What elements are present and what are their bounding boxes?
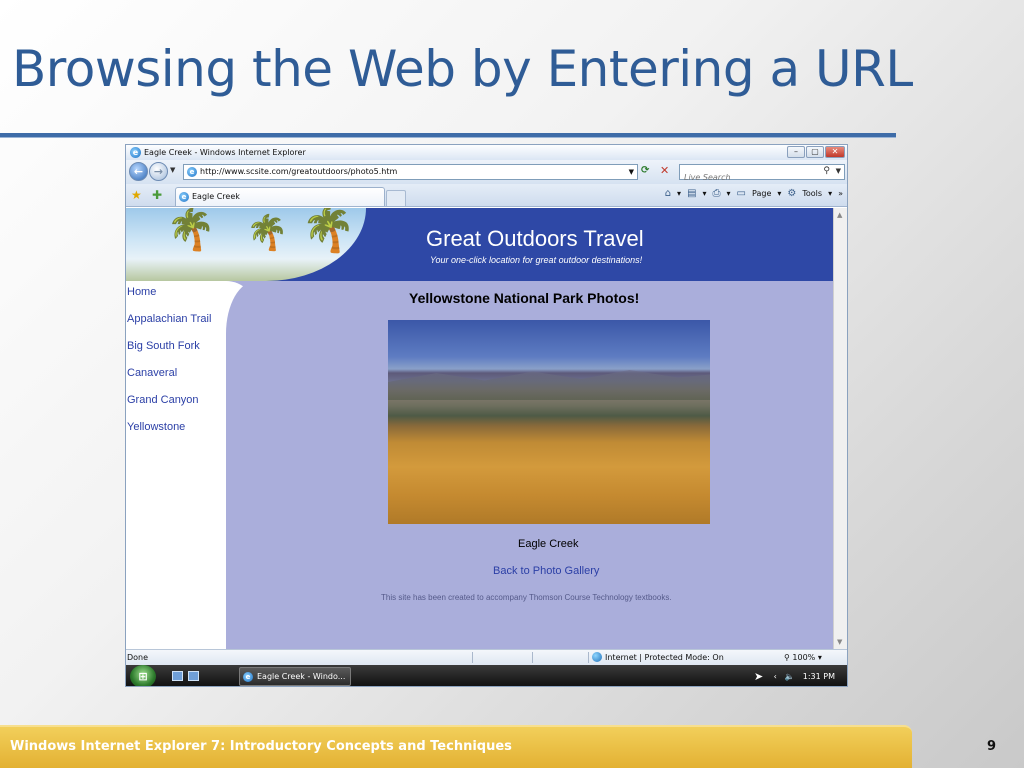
nav-link-grand-canyon[interactable]: Grand Canyon bbox=[127, 394, 211, 421]
nav-link-home[interactable]: Home bbox=[127, 286, 211, 313]
title-rule bbox=[0, 133, 896, 138]
page-icon: e bbox=[187, 167, 197, 177]
command-bar: ⌂ ▾ ▤ ▾ ⎙ ▾ ▭ Page ▾ ⚙ Tools ▾ » bbox=[665, 188, 843, 199]
sidebar-curve bbox=[226, 281, 256, 649]
status-divider bbox=[472, 652, 473, 663]
taskbar-button-label: Eagle Creek - Windo... bbox=[257, 672, 346, 681]
page-menu-icon: ▭ bbox=[736, 188, 746, 199]
status-divider bbox=[588, 652, 589, 663]
tray-expand-icon[interactable]: ‹ bbox=[774, 665, 777, 686]
photo-caption: Eagle Creek bbox=[518, 538, 579, 550]
recent-pages-dropdown-icon[interactable]: ▼ bbox=[170, 166, 175, 174]
palm-tree-icon: 🌴 bbox=[301, 208, 356, 255]
start-button[interactable]: ⊞ bbox=[130, 665, 156, 686]
tools-menu[interactable]: Tools bbox=[802, 189, 822, 198]
site-title: Great Outdoors Travel bbox=[426, 226, 644, 251]
navigation-bar: ← → ▼ e http://www.scsite.com/greatoutdo… bbox=[126, 160, 847, 185]
tab-bar: ★ ✚ e Eagle Creek ⌂ ▾ ▤ ▾ ⎙ ▾ ▭ Page ▾ ⚙… bbox=[126, 184, 847, 207]
maximize-button[interactable]: ▢ bbox=[806, 146, 824, 158]
search-input[interactable] bbox=[680, 170, 810, 185]
window-title: Eagle Creek - Windows Internet Explorer bbox=[144, 148, 306, 157]
back-to-gallery-link[interactable]: Back to Photo Gallery bbox=[493, 565, 599, 577]
vertical-scrollbar[interactable]: ▲ ▼ bbox=[833, 208, 847, 649]
ie-logo-icon: e bbox=[130, 147, 141, 158]
site-note: This site has been created to accompany … bbox=[381, 593, 672, 602]
search-icon[interactable]: ⚲ bbox=[823, 166, 830, 176]
palm-tree-icon: 🌴 bbox=[166, 208, 216, 253]
tab-eagle-creek[interactable]: e Eagle Creek bbox=[175, 187, 385, 206]
mouse-pointer-icon: ➤ bbox=[754, 670, 764, 683]
nav-link-canaveral[interactable]: Canaveral bbox=[127, 367, 211, 394]
nav-link-appalachian-trail[interactable]: Appalachian Trail bbox=[127, 313, 211, 340]
volume-icon[interactable]: 🔈 bbox=[785, 665, 795, 686]
site-tagline: Your one-click location for great outdoo… bbox=[430, 255, 643, 265]
address-text: http://www.scsite.com/greatoutdoors/phot… bbox=[200, 167, 398, 176]
scroll-down-icon[interactable]: ▼ bbox=[837, 638, 842, 646]
yellowstone-photo bbox=[388, 320, 710, 524]
palm-tree-banner-image: 🌴 🌴 🌴 bbox=[126, 208, 366, 281]
print-dropdown-icon[interactable]: ▾ bbox=[727, 189, 731, 198]
favorites-center-icon[interactable]: ★ bbox=[131, 188, 142, 202]
show-desktop-icon[interactable] bbox=[172, 671, 183, 681]
print-icon[interactable]: ⎙ bbox=[713, 188, 721, 199]
mountain-ridge bbox=[388, 370, 710, 400]
page-heading: Yellowstone National Park Photos! bbox=[409, 290, 640, 306]
palm-tree-icon: 🌴 bbox=[246, 213, 289, 253]
site-banner: 🌴 🌴 🌴 Great Outdoors Travel Your one-cli… bbox=[126, 208, 833, 281]
zoom-icon: ⚲ bbox=[784, 653, 790, 662]
clock[interactable]: 1:31 PM bbox=[803, 665, 835, 686]
security-zone-text: Internet | Protected Mode: On bbox=[605, 653, 724, 662]
home-dropdown-icon[interactable]: ▾ bbox=[677, 189, 681, 198]
tab-label: Eagle Creek bbox=[192, 192, 240, 201]
feeds-icon[interactable]: ▤ bbox=[687, 188, 696, 199]
address-bar[interactable]: e http://www.scsite.com/greatoutdoors/ph… bbox=[183, 164, 638, 180]
nav-link-big-south-fork[interactable]: Big South Fork bbox=[127, 340, 211, 367]
slide-title: Browsing the Web by Entering a URL bbox=[12, 40, 913, 98]
tools-dropdown-icon[interactable]: ▾ bbox=[828, 189, 832, 198]
tab-page-icon: e bbox=[179, 192, 189, 202]
web-page-content: 🌴 🌴 🌴 Great Outdoors Travel Your one-cli… bbox=[126, 208, 833, 649]
home-icon[interactable]: ⌂ bbox=[665, 188, 671, 199]
add-favorites-icon[interactable]: ✚ bbox=[152, 188, 162, 202]
back-button[interactable]: ← bbox=[129, 162, 148, 181]
page-dropdown-icon[interactable]: ▾ bbox=[777, 189, 781, 198]
taskbar-ie-icon: e bbox=[243, 672, 253, 682]
address-dropdown-icon[interactable]: ▼ bbox=[629, 165, 634, 179]
new-tab-button[interactable] bbox=[386, 190, 406, 206]
globe-icon bbox=[592, 652, 602, 662]
security-zone[interactable]: Internet | Protected Mode: On bbox=[592, 650, 724, 665]
minimize-button[interactable]: – bbox=[787, 146, 805, 158]
footer-text: Windows Internet Explorer 7: Introductor… bbox=[10, 739, 512, 754]
zoom-level[interactable]: ⚲ 100% ▾ bbox=[784, 650, 822, 665]
page-menu[interactable]: Page bbox=[752, 189, 771, 198]
scroll-up-icon[interactable]: ▲ bbox=[837, 211, 842, 219]
feeds-dropdown-icon[interactable]: ▾ bbox=[703, 189, 707, 198]
zoom-dropdown-icon[interactable]: ▾ bbox=[818, 653, 822, 662]
zoom-text: 100% bbox=[792, 653, 816, 662]
window-controls: – ▢ ✕ bbox=[787, 146, 845, 158]
search-options-dropdown-icon[interactable]: ▼ bbox=[836, 167, 841, 175]
tools-gear-icon: ⚙ bbox=[787, 188, 797, 199]
refresh-icon[interactable]: ⟳ bbox=[641, 165, 649, 176]
browser-window: e Eagle Creek - Windows Internet Explore… bbox=[125, 144, 848, 687]
status-text: Done bbox=[127, 653, 149, 662]
forward-button[interactable]: → bbox=[149, 162, 168, 181]
taskbar-button-ie[interactable]: e Eagle Creek - Windo... bbox=[239, 667, 351, 686]
page-number: 9 bbox=[987, 739, 997, 754]
stop-icon[interactable]: ✕ bbox=[660, 164, 669, 177]
search-box[interactable]: ⚲ ▼ bbox=[679, 164, 845, 185]
windows-taskbar: ⊞ e Eagle Creek - Windo... ➤ ‹ 🔈 1:31 PM bbox=[126, 665, 847, 686]
status-bar: Done Internet | Protected Mode: On ⚲ 100… bbox=[126, 649, 847, 665]
system-tray: ‹ 🔈 1:31 PM bbox=[774, 665, 835, 686]
nav-link-yellowstone[interactable]: Yellowstone bbox=[127, 421, 211, 448]
status-divider bbox=[532, 652, 533, 663]
site-navigation: Home Appalachian Trail Big South Fork Ca… bbox=[127, 286, 211, 448]
switch-windows-icon[interactable] bbox=[188, 671, 199, 681]
window-titlebar: e Eagle Creek - Windows Internet Explore… bbox=[126, 145, 847, 160]
close-button[interactable]: ✕ bbox=[825, 146, 845, 158]
toolbar-overflow-icon[interactable]: » bbox=[838, 189, 843, 198]
